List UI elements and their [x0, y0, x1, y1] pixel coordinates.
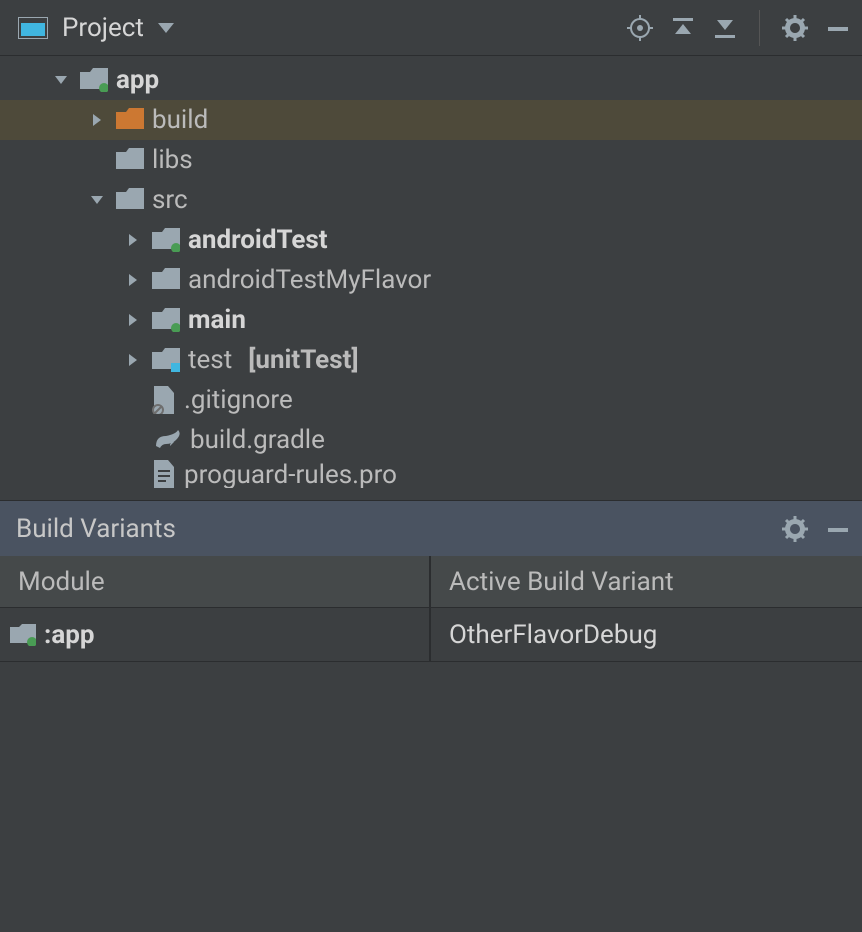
gradle-file-icon: [152, 428, 182, 452]
project-view-icon: [18, 17, 48, 39]
build-variants-empty-area: [0, 662, 862, 932]
column-header-module[interactable]: Module: [0, 556, 431, 607]
variant-cell[interactable]: OtherFlavorDebug: [431, 608, 862, 661]
tree-item-label: src: [152, 185, 188, 215]
build-variants-title: Build Variants: [16, 514, 772, 544]
module-folder-icon: [152, 228, 180, 252]
chevron-down-icon[interactable]: [50, 73, 72, 87]
collapse-all-icon[interactable]: [713, 16, 737, 40]
tree-row[interactable]: build: [0, 100, 862, 140]
tree-item-label: proguard-rules.pro: [184, 460, 397, 488]
gitignore-file-icon: [152, 386, 176, 414]
tree-item-label: libs: [152, 145, 193, 175]
tree-row[interactable]: androidTest: [0, 220, 862, 260]
tree-item-label: test: [188, 345, 232, 375]
tree-row[interactable]: src: [0, 180, 862, 220]
variant-name: OtherFlavorDebug: [449, 620, 657, 650]
chevron-down-icon[interactable]: [86, 193, 108, 207]
tree-item-label: .gitignore: [184, 385, 293, 415]
tree-row[interactable]: main: [0, 300, 862, 340]
gear-icon[interactable]: [782, 516, 808, 542]
chevron-right-icon[interactable]: [122, 353, 144, 367]
tree-item-suffix: [unitTest]: [248, 345, 358, 375]
project-tree[interactable]: app build libs src: [0, 56, 862, 500]
tree-item-label: build: [152, 105, 208, 135]
column-header-variant[interactable]: Active Build Variant: [431, 556, 862, 607]
tree-item-label: main: [188, 305, 246, 335]
module-folder-icon: [10, 624, 36, 646]
folder-icon: [116, 188, 144, 212]
tree-row[interactable]: libs: [0, 140, 862, 180]
chevron-right-icon[interactable]: [122, 233, 144, 247]
module-folder-icon: [152, 308, 180, 332]
chevron-right-icon[interactable]: [122, 313, 144, 327]
tree-row[interactable]: test [unitTest]: [0, 340, 862, 380]
tree-row[interactable]: .gitignore: [0, 380, 862, 420]
toolbar-divider: [759, 10, 760, 46]
project-panel-title: Project: [62, 13, 144, 43]
tree-row[interactable]: androidTestMyFlavor: [0, 260, 862, 300]
module-cell[interactable]: :app: [0, 608, 431, 661]
locate-target-icon[interactable]: [627, 15, 653, 41]
chevron-right-icon[interactable]: [122, 273, 144, 287]
tree-item-label: androidTestMyFlavor: [188, 265, 431, 295]
build-variants-row[interactable]: :app OtherFlavorDebug: [0, 608, 862, 662]
gear-icon[interactable]: [782, 15, 808, 41]
tree-row[interactable]: proguard-rules.pro: [0, 460, 862, 488]
module-folder-icon: [80, 68, 108, 92]
folder-icon: [116, 148, 144, 172]
minimize-icon[interactable]: [826, 517, 850, 541]
tree-item-label: build.gradle: [190, 425, 325, 455]
dropdown-arrow-icon[interactable]: [158, 23, 174, 33]
test-folder-icon: [152, 348, 180, 372]
module-name: :app: [44, 620, 95, 650]
text-file-icon: [152, 460, 176, 488]
chevron-right-icon[interactable]: [86, 113, 108, 127]
build-variants-table-header: Module Active Build Variant: [0, 556, 862, 608]
project-panel-header: Project: [0, 0, 862, 56]
build-variants-header: Build Variants: [0, 500, 862, 556]
expand-all-icon[interactable]: [671, 16, 695, 40]
minimize-icon[interactable]: [826, 16, 850, 40]
tree-item-label: androidTest: [188, 225, 328, 255]
tree-row[interactable]: build.gradle: [0, 420, 862, 460]
build-folder-icon: [116, 108, 144, 132]
folder-icon: [152, 268, 180, 292]
tree-item-label: app: [116, 65, 159, 95]
tree-row[interactable]: app: [0, 60, 862, 100]
